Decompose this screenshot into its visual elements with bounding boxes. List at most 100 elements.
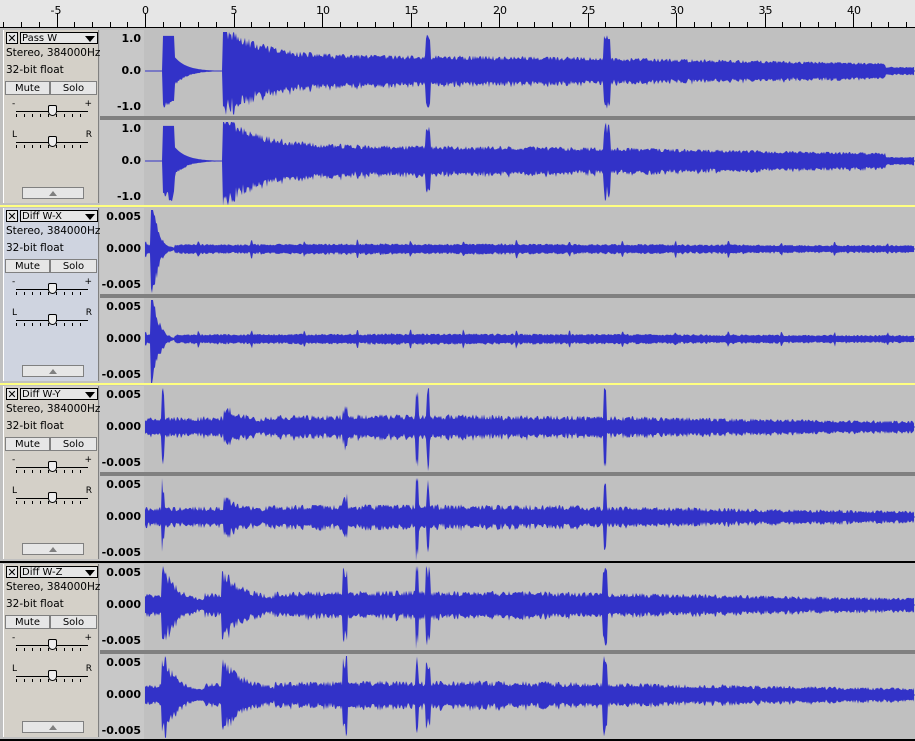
gain-slider-thumb[interactable] bbox=[48, 461, 57, 472]
left-channel[interactable] bbox=[145, 30, 915, 116]
pan-right-label: R bbox=[85, 486, 92, 496]
collapse-button[interactable] bbox=[22, 365, 84, 377]
pan-slider-thumb[interactable] bbox=[48, 670, 57, 681]
track-name: Diff W-X bbox=[22, 211, 62, 222]
vertical-scale[interactable]: 1.0 0.0 -1.0 bbox=[100, 120, 144, 206]
gain-plus-label: + bbox=[84, 277, 92, 287]
waveform-shape bbox=[145, 122, 914, 206]
track-4[interactable]: ✕ Diff W-Z Stereo, 384000Hz 32-bit float… bbox=[0, 563, 915, 740]
chevron-down-icon bbox=[85, 570, 95, 576]
track-bit-depth: 32-bit float bbox=[6, 242, 64, 254]
track-bit-depth: 32-bit float bbox=[6, 420, 64, 432]
left-channel[interactable] bbox=[145, 386, 915, 472]
solo-button[interactable]: Solo bbox=[50, 615, 97, 629]
scale-label: -0.005 bbox=[101, 278, 141, 291]
gain-slider[interactable]: - + bbox=[12, 99, 92, 118]
track-name-menu[interactable]: Diff W-Z bbox=[20, 566, 98, 578]
solo-button[interactable]: Solo bbox=[50, 259, 97, 273]
gain-slider-thumb[interactable] bbox=[48, 283, 57, 294]
chevron-down-icon bbox=[85, 392, 95, 398]
scale-label: 0.005 bbox=[106, 300, 141, 313]
close-icon[interactable]: ✕ bbox=[6, 566, 18, 578]
pan-slider[interactable]: L R bbox=[12, 486, 92, 505]
track-control-panel[interactable]: ✕ Pass W Stereo, 384000Hz 32-bit float M… bbox=[3, 30, 101, 203]
vertical-scale[interactable]: 0.005 0.000 -0.005 bbox=[100, 386, 144, 472]
scale-label: 0.005 bbox=[106, 210, 141, 223]
vertical-scale[interactable]: 0.005 0.000 -0.005 bbox=[100, 476, 144, 562]
mute-button[interactable]: Mute bbox=[5, 259, 50, 273]
vertical-scale[interactable]: 0.005 0.000 -0.005 bbox=[100, 208, 144, 294]
waveform-shape bbox=[145, 32, 914, 116]
track-bit-depth: 32-bit float bbox=[6, 64, 64, 76]
track-header: ✕ Diff W-X bbox=[5, 209, 99, 223]
close-icon[interactable]: ✕ bbox=[6, 32, 18, 44]
track-format: Stereo, 384000Hz bbox=[6, 403, 101, 415]
scale-label: 1.0 bbox=[121, 32, 142, 45]
right-channel[interactable] bbox=[145, 120, 915, 206]
scale-label: 0.0 bbox=[121, 154, 142, 167]
pan-slider-thumb[interactable] bbox=[48, 136, 57, 147]
track-control-panel[interactable]: ✕ Diff W-X Stereo, 384000Hz 32-bit float… bbox=[3, 208, 100, 381]
pan-slider[interactable]: L R bbox=[12, 308, 92, 327]
track-name-menu[interactable]: Pass W bbox=[20, 32, 98, 44]
mute-button[interactable]: Mute bbox=[5, 81, 50, 95]
scale-label: 0.000 bbox=[106, 332, 141, 345]
collapse-button[interactable] bbox=[22, 543, 84, 555]
track-format: Stereo, 384000Hz bbox=[6, 581, 101, 593]
vertical-scale[interactable]: 0.005 0.000 -0.005 bbox=[100, 564, 144, 650]
gain-slider-thumb[interactable] bbox=[48, 105, 57, 116]
pan-slider[interactable]: L R bbox=[12, 130, 92, 149]
right-channel[interactable] bbox=[145, 298, 915, 384]
right-channel[interactable] bbox=[145, 654, 915, 740]
scale-label: -1.0 bbox=[116, 100, 141, 113]
pan-right-label: R bbox=[85, 130, 92, 140]
track-header: ✕ Diff W-Z bbox=[5, 565, 99, 579]
pan-right-label: R bbox=[85, 664, 92, 674]
close-icon[interactable]: ✕ bbox=[6, 388, 18, 400]
scale-label: 0.005 bbox=[106, 656, 141, 669]
mute-button[interactable]: Mute bbox=[5, 615, 50, 629]
solo-button[interactable]: Solo bbox=[50, 437, 97, 451]
pan-slider[interactable]: L R bbox=[12, 664, 92, 683]
track-1[interactable]: ✕ Pass W Stereo, 384000Hz 32-bit float M… bbox=[0, 29, 915, 206]
track-bit-depth: 32-bit float bbox=[6, 598, 64, 610]
vertical-scale[interactable]: 0.005 0.000 -0.005 bbox=[100, 654, 144, 740]
gain-slider-thumb[interactable] bbox=[48, 639, 57, 650]
gain-plus-label: + bbox=[84, 633, 92, 643]
collapse-button[interactable] bbox=[22, 721, 84, 733]
waveform bbox=[145, 300, 915, 384]
collapse-button[interactable] bbox=[22, 187, 84, 199]
close-icon[interactable]: ✕ bbox=[6, 210, 18, 222]
track-3[interactable]: ✕ Diff W-Y Stereo, 384000Hz 32-bit float… bbox=[0, 385, 915, 562]
waveform-shape bbox=[145, 210, 914, 294]
right-channel[interactable] bbox=[145, 476, 915, 562]
waveform-shape bbox=[145, 566, 914, 649]
left-channel[interactable] bbox=[145, 208, 915, 294]
gain-plus-label: + bbox=[84, 455, 92, 465]
track-header: ✕ Pass W bbox=[5, 31, 99, 45]
gain-slider[interactable]: - + bbox=[12, 455, 92, 474]
solo-button[interactable]: Solo bbox=[50, 81, 97, 95]
track-format: Stereo, 384000Hz bbox=[6, 47, 101, 59]
chevron-down-icon bbox=[85, 214, 95, 220]
timeline-ruler[interactable]: -5 0 5 10 15 20 25 30 35 40 bbox=[0, 0, 915, 28]
ruler-label: 40 bbox=[847, 4, 861, 17]
scale-label: 0.000 bbox=[106, 420, 141, 433]
gain-slider[interactable]: - + bbox=[12, 633, 92, 652]
pan-slider-thumb[interactable] bbox=[48, 314, 57, 325]
track-2[interactable]: ✕ Diff W-X Stereo, 384000Hz 32-bit float… bbox=[0, 207, 915, 384]
left-channel[interactable] bbox=[145, 564, 915, 650]
mute-button[interactable]: Mute bbox=[5, 437, 50, 451]
track-control-panel[interactable]: ✕ Diff W-Z Stereo, 384000Hz 32-bit float… bbox=[3, 564, 101, 737]
scale-label: -1.0 bbox=[116, 190, 141, 203]
vertical-scale[interactable]: 0.005 0.000 -0.005 bbox=[100, 298, 144, 384]
gain-slider[interactable]: - + bbox=[12, 277, 92, 296]
waveform-shape bbox=[145, 388, 914, 472]
vertical-scale[interactable]: 1.0 0.0 -1.0 bbox=[100, 30, 144, 116]
scale-label: -0.005 bbox=[101, 456, 141, 469]
track-name-menu[interactable]: Diff W-Y bbox=[20, 388, 98, 400]
pan-slider-thumb[interactable] bbox=[48, 492, 57, 503]
pan-left-label: L bbox=[12, 664, 18, 674]
track-control-panel[interactable]: ✕ Diff W-Y Stereo, 384000Hz 32-bit float… bbox=[3, 386, 101, 559]
track-name-menu[interactable]: Diff W-X bbox=[20, 210, 98, 222]
